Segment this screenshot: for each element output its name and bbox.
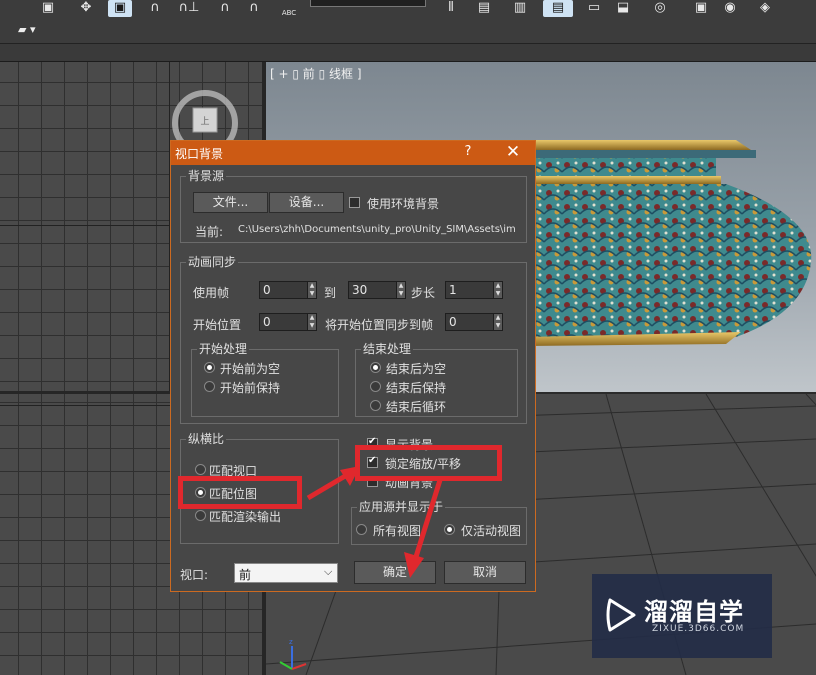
- align-icon[interactable]: ▤: [472, 0, 496, 17]
- use-env-bg-label: 使用环境背景: [367, 197, 440, 211]
- current-path: C:\Users\zhh\Documents\unity_pro\Unity_S…: [238, 224, 516, 235]
- scale-icon[interactable]: ▣: [108, 0, 132, 17]
- spinner-arrows-icon[interactable]: ▲ ▼: [493, 314, 502, 330]
- angle-snap-icon[interactable]: ∩⊥: [175, 0, 203, 17]
- group-label: 背景源: [186, 169, 227, 183]
- background-source-group: 背景源 文件... 设备... 使用环境背景 当前: C:\Users\zhh\…: [180, 169, 527, 243]
- render-setup-icon[interactable]: ▣: [690, 0, 712, 17]
- start-pos-spinner[interactable]: 0 ▲ ▼: [259, 313, 317, 331]
- spinner-arrows-icon[interactable]: ▲ ▼: [307, 314, 316, 330]
- spinner-arrows-icon[interactable]: ▲ ▼: [493, 282, 502, 298]
- end-empty-label: 结束后为空: [386, 362, 447, 376]
- start-hold-label: 开始前保持: [220, 381, 281, 395]
- end-hold-radio[interactable]: [370, 381, 381, 392]
- material-editor-icon[interactable]: ◎: [648, 0, 672, 17]
- sync-start-spinner[interactable]: 0 ▲ ▼: [445, 313, 503, 331]
- to-frame-spinner[interactable]: 30 ▲ ▼: [348, 281, 406, 299]
- step-spinner[interactable]: 1 ▲ ▼: [445, 281, 503, 299]
- start-empty-radio[interactable]: [204, 362, 215, 373]
- watermark-title: 溜溜自学: [644, 598, 744, 626]
- end-processing-group: 结束处理 结束后为空 结束后保持 结束后循环: [355, 342, 518, 417]
- start-empty-label: 开始前为空: [220, 362, 281, 376]
- play-logo-icon: [606, 598, 636, 632]
- end-loop-label: 结束后循环: [386, 400, 447, 414]
- mirror-icon[interactable]: ⫴: [440, 0, 462, 17]
- use-env-bg-checkbox[interactable]: [349, 197, 360, 208]
- sync-start-label: 将开始位置同步到帧: [325, 318, 434, 332]
- ribbon-toggle-icon[interactable]: ▰ ▾: [18, 23, 35, 36]
- watermark-url: ZIXUE.3D66.COM: [652, 624, 745, 634]
- start-processing-group: 开始处理 开始前为空 开始前保持: [191, 342, 339, 417]
- axis-tripod-icon: z: [279, 638, 307, 670]
- select-icon[interactable]: ▣: [38, 0, 58, 17]
- main-toolbar: ▣ ✥ ▣ ∩ ∩⊥ ∩ ∩ ABC ⫴ ▤ ▥ ▤ ▭ ⬓ ◎ ▣ ◉ ◈: [0, 0, 816, 20]
- animation-sync-group: 动画同步 使用帧 0 ▲ ▼ 到 30 ▲ ▼ 步长 1 ▲ ▼ 开始位置 0 ▲ ▼ …: [180, 255, 527, 424]
- watermark: 溜溜自学 ZIXUE.3D66.COM: [592, 574, 772, 658]
- group-label: 开始处理: [197, 342, 250, 356]
- highlight-match-bitmap: [178, 476, 302, 509]
- spinner-snap-icon[interactable]: ∩: [245, 0, 263, 17]
- match-render-radio[interactable]: [195, 510, 206, 521]
- dialog-title: 视口背景: [175, 147, 224, 161]
- ribbon-strip: [0, 44, 816, 62]
- start-hold-radio[interactable]: [204, 381, 215, 392]
- help-button[interactable]: ?: [461, 144, 475, 159]
- use-frame-spinner[interactable]: 0 ▲ ▼: [259, 281, 317, 299]
- current-label: 当前:: [195, 225, 224, 239]
- active-view-label: 仅活动视图: [461, 524, 522, 538]
- end-empty-radio[interactable]: [370, 362, 381, 373]
- svg-text:上: 上: [200, 116, 209, 127]
- match-render-label: 匹配渲染输出: [209, 510, 282, 524]
- svg-text:z: z: [289, 638, 293, 646]
- snap-icon[interactable]: ∩: [146, 0, 164, 17]
- step-label: 步长: [411, 286, 436, 300]
- settings-button[interactable]: 设备...: [269, 192, 344, 213]
- end-loop-radio[interactable]: [370, 400, 381, 411]
- curve-editor-icon[interactable]: ▭: [580, 0, 608, 17]
- vase-background-image: [526, 140, 812, 346]
- schematic-view-icon[interactable]: ⬓: [611, 0, 635, 17]
- viewport-label[interactable]: [ + ▯ 前 ▯ 线框 ]: [270, 65, 362, 82]
- percent-snap-icon[interactable]: ∩: [216, 0, 234, 17]
- edit-named-selection-icon[interactable]: ABC: [278, 0, 300, 17]
- close-icon[interactable]: ✕: [501, 141, 525, 165]
- spinner-arrows-icon[interactable]: ▲ ▼: [307, 282, 316, 298]
- named-selection-combo[interactable]: [310, 0, 426, 7]
- group-label: 结束处理: [361, 342, 414, 356]
- dialog-title-bar[interactable]: 视口背景 ? ✕: [171, 141, 535, 165]
- use-frame-label: 使用帧: [193, 286, 230, 300]
- group-label: 动画同步: [186, 255, 239, 269]
- scene-explorer-icon[interactable]: ▤: [543, 0, 573, 17]
- secondary-toolbar: ▰ ▾: [0, 20, 816, 44]
- start-pos-label: 开始位置: [193, 318, 242, 332]
- spinner-arrows-icon[interactable]: ▲ ▼: [396, 282, 405, 298]
- to-label: 到: [324, 286, 337, 300]
- layer-icon[interactable]: ▥: [508, 0, 532, 17]
- render-icon[interactable]: ◈: [752, 0, 778, 17]
- viewport-label: 视口:: [180, 568, 209, 582]
- match-viewport-radio[interactable]: [195, 464, 206, 475]
- move-icon[interactable]: ✥: [75, 0, 97, 17]
- group-label: 纵横比: [186, 432, 227, 446]
- end-hold-label: 结束后保持: [386, 381, 447, 395]
- annotation-arrows: [306, 466, 443, 578]
- render-frame-icon[interactable]: ◉: [718, 0, 742, 17]
- file-button[interactable]: 文件...: [193, 192, 268, 213]
